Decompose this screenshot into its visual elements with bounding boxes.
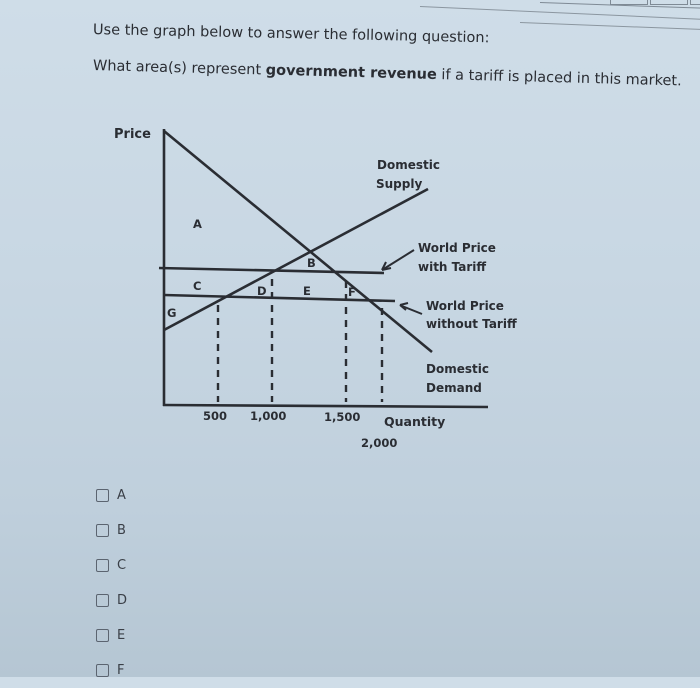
x-axis-label: Quantity xyxy=(384,414,445,429)
demand-label: Demand xyxy=(426,381,482,395)
area-label-c: C xyxy=(193,279,201,293)
supply-label: Domestic xyxy=(377,158,440,172)
answer-option-e[interactable]: E xyxy=(96,618,127,653)
x-tick-label: 1,500 xyxy=(324,410,360,424)
option-label: D xyxy=(117,593,128,608)
area-label-g: G xyxy=(167,306,176,320)
demand-label: Domestic xyxy=(426,362,489,376)
checkbox[interactable] xyxy=(96,559,109,572)
checkbox[interactable] xyxy=(96,524,109,537)
world-price-label: World Price xyxy=(426,299,504,313)
answer-option-f[interactable]: F xyxy=(96,653,127,688)
answer-options: A B C D E F xyxy=(96,478,127,688)
option-label: A xyxy=(117,488,126,503)
checkbox[interactable] xyxy=(96,629,109,642)
answer-option-c[interactable]: C xyxy=(96,548,127,583)
answer-option-b[interactable]: B xyxy=(96,513,127,548)
tariff-price-label: World Price xyxy=(418,241,496,255)
area-label-b: B xyxy=(307,256,316,270)
option-label: B xyxy=(117,523,126,538)
arrow-to-tariff-line xyxy=(381,249,415,271)
checkbox[interactable] xyxy=(96,594,109,607)
checkbox[interactable] xyxy=(96,489,109,502)
option-label: F xyxy=(117,663,125,678)
area-label-e: E xyxy=(303,284,311,298)
supply-label: Supply xyxy=(376,177,422,191)
option-label: C xyxy=(117,558,127,573)
area-label-f: F xyxy=(348,285,356,299)
supply-curve xyxy=(163,187,429,332)
tariff-price-label: with Tariff xyxy=(418,260,486,274)
area-label-a: A xyxy=(193,217,202,231)
area-label-d: D xyxy=(257,284,267,298)
checkbox[interactable] xyxy=(96,664,109,677)
option-label: E xyxy=(117,628,126,643)
world-price-label: without Tariff xyxy=(426,317,517,331)
y-axis-label: Price xyxy=(114,127,151,142)
x-axis xyxy=(162,403,489,409)
answer-option-d[interactable]: D xyxy=(96,583,127,618)
answer-option-a[interactable]: A xyxy=(96,478,127,513)
x-tick-label: 1,000 xyxy=(250,409,286,423)
world-price-without-tariff-line xyxy=(163,293,396,303)
x-tick-label: 500 xyxy=(203,409,227,423)
x-tick-label: 2,000 xyxy=(361,436,397,450)
